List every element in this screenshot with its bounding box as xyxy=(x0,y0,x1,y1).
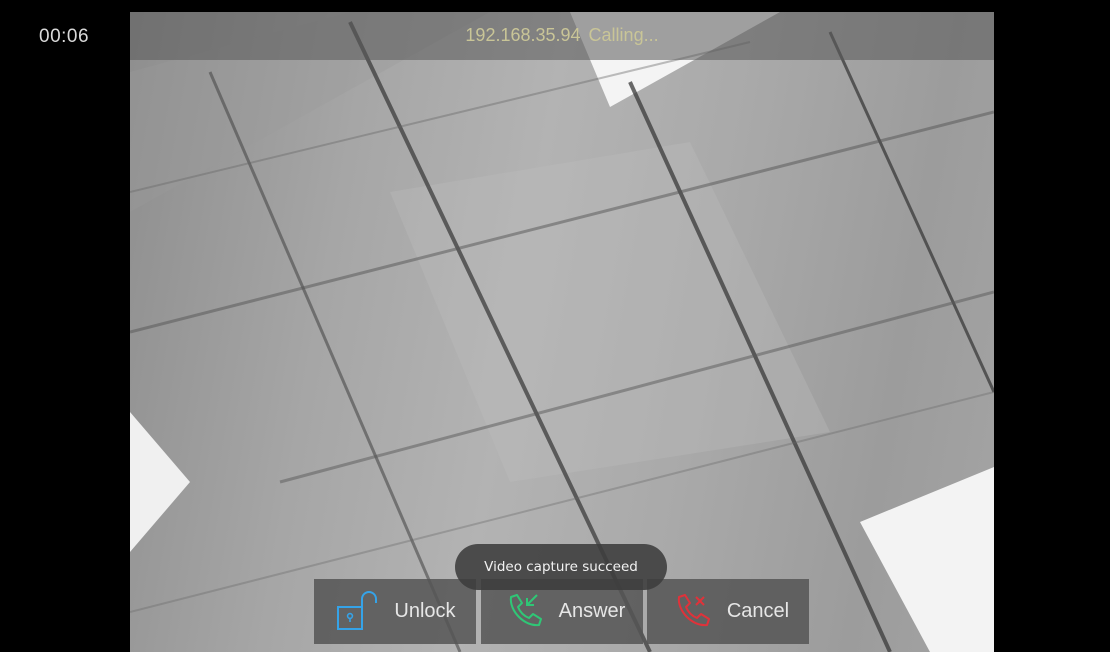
answer-phone-icon xyxy=(499,587,549,637)
call-status: Calling... xyxy=(588,25,659,45)
answer-label: Answer xyxy=(558,600,626,622)
unlock-icon xyxy=(334,587,384,637)
caller-ip: 192.168.35.94 xyxy=(465,25,581,45)
hangup-phone-icon xyxy=(667,587,717,637)
toast-message: Video capture succeed xyxy=(455,544,667,590)
unlock-label: Unlock xyxy=(394,600,456,622)
caller-info: 192.168.35.94 Calling... xyxy=(130,25,994,46)
unlock-button[interactable]: Unlock xyxy=(314,579,476,644)
call-timer: 00:06 xyxy=(39,26,90,47)
cancel-button[interactable]: Cancel xyxy=(647,579,809,644)
call-screen: 00:06 192.168.35.94 Calling... Unlock An… xyxy=(0,0,1110,652)
cancel-label: Cancel xyxy=(726,600,790,622)
call-header: 192.168.35.94 Calling... xyxy=(130,12,994,60)
